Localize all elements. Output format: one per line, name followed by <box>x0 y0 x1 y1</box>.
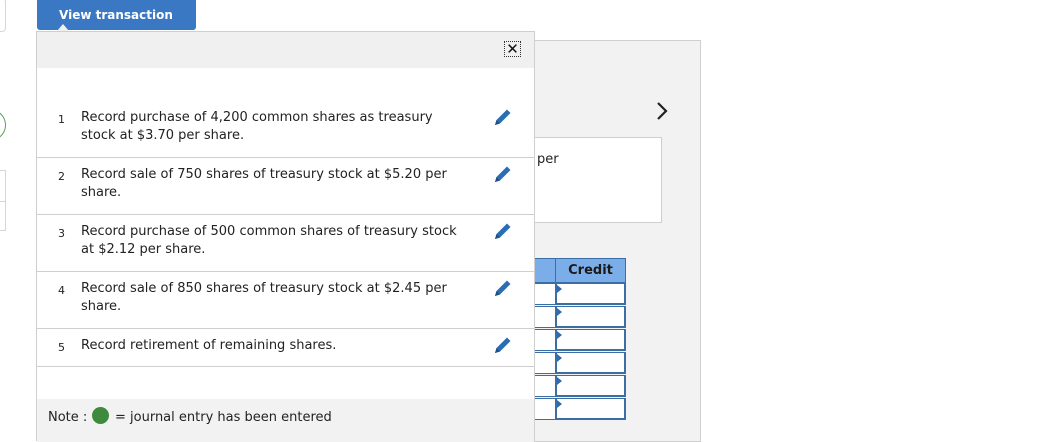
legend-note: Note : = journal entry has been entered <box>37 399 534 442</box>
transaction-description: Record purchase of 500 common shares of … <box>81 224 457 257</box>
credit-cell[interactable] <box>555 306 626 328</box>
transaction-row: 2 Record sale of 750 shares of treasury … <box>37 158 534 215</box>
transaction-number: 4 <box>58 284 65 297</box>
cell-marker <box>557 377 562 385</box>
instruction-text: per <box>537 152 559 167</box>
transaction-description: Record sale of 850 shares of treasury st… <box>81 281 447 314</box>
note-text: = journal entry has been entered <box>115 410 332 425</box>
transaction-row: 1 Record purchase of 4,200 common shares… <box>37 101 534 158</box>
transaction-description: Record sale of 750 shares of treasury st… <box>81 167 447 200</box>
close-icon[interactable]: ✕ <box>504 41 521 57</box>
pencil-icon[interactable] <box>493 221 513 241</box>
left-field[interactable] <box>0 170 6 202</box>
left-status-circle <box>0 110 6 140</box>
note-label: Note : <box>48 410 88 425</box>
left-tab[interactable] <box>0 0 6 32</box>
pencil-icon[interactable] <box>493 107 513 127</box>
cell-marker <box>557 354 562 362</box>
transaction-description: Record retirement of remaining shares. <box>81 338 337 353</box>
pencil-icon[interactable] <box>493 164 513 184</box>
transaction-row: 5 Record retirement of remaining shares. <box>37 329 534 367</box>
instruction-box <box>520 137 662 223</box>
transaction-number: 3 <box>58 227 65 240</box>
cell-marker <box>557 331 562 339</box>
credit-header: Credit <box>555 258 626 283</box>
credit-cell[interactable] <box>555 398 626 420</box>
transaction-number: 5 <box>58 341 65 354</box>
chevron-right-icon[interactable] <box>652 97 672 125</box>
transaction-row: 4 Record sale of 850 shares of treasury … <box>37 272 534 329</box>
transaction-row: 3 Record purchase of 500 common shares o… <box>37 215 534 272</box>
left-field[interactable] <box>0 201 6 231</box>
transaction-number: 2 <box>58 170 65 183</box>
credit-cell[interactable] <box>555 283 626 305</box>
transaction-description: Record purchase of 4,200 common shares a… <box>81 110 433 143</box>
credit-cell[interactable] <box>555 375 626 397</box>
credit-cell[interactable] <box>555 329 626 351</box>
pencil-icon[interactable] <box>493 278 513 298</box>
status-dot <box>92 407 109 424</box>
transaction-list: 1 Record purchase of 4,200 common shares… <box>37 101 534 367</box>
transaction-list-popup: ✕ 1 Record purchase of 4,200 common shar… <box>36 31 535 442</box>
cell-marker <box>557 285 562 293</box>
pencil-icon[interactable] <box>493 335 513 355</box>
credit-cell[interactable] <box>555 352 626 374</box>
cell-marker <box>557 400 562 408</box>
popup-header: ✕ <box>37 32 534 68</box>
transaction-number: 1 <box>58 113 65 126</box>
button-caret <box>57 24 69 31</box>
cell-marker <box>557 308 562 316</box>
